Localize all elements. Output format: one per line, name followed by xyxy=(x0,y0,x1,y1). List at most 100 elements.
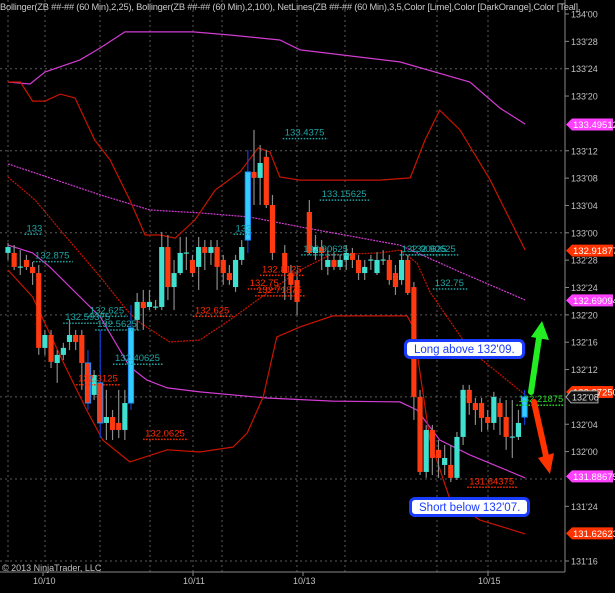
candle-body xyxy=(485,417,491,423)
candle-body xyxy=(269,205,276,253)
candle-body xyxy=(472,403,478,411)
candle xyxy=(362,259,368,281)
candle xyxy=(368,254,374,270)
netline-label: 132.71875 xyxy=(257,285,302,296)
candle-body xyxy=(103,417,109,423)
candle-body xyxy=(460,389,466,437)
candle xyxy=(171,259,177,311)
candle xyxy=(509,399,515,458)
price-axis-label: 133'08 xyxy=(571,174,598,184)
candle-body xyxy=(509,436,515,438)
last-price-marker: 132'08 xyxy=(565,390,599,404)
price-axis-label: 132'12 xyxy=(571,365,598,375)
candle xyxy=(226,264,232,285)
candle-body xyxy=(171,273,177,288)
candle xyxy=(73,329,79,351)
candle-body xyxy=(429,429,435,458)
candle xyxy=(239,240,245,265)
candle xyxy=(497,397,503,435)
candle-body xyxy=(386,259,392,281)
ninjatrader-chart-window: 133 132.875 132.59375 132.625 132.5625 132.40… xyxy=(0,0,615,593)
candle-body xyxy=(54,354,60,363)
netline-label: 132.0625 xyxy=(145,428,185,439)
price-axis-label: 132'04 xyxy=(571,420,598,430)
down-arrow-icon xyxy=(531,399,549,459)
netline-label: 132.90625 xyxy=(411,244,456,255)
price-tag-label: 131.62623 xyxy=(573,529,615,540)
candle-body xyxy=(196,247,202,267)
price-axis-label: 133'24 xyxy=(571,64,598,74)
candle xyxy=(405,254,411,295)
candle-body xyxy=(30,266,36,274)
candle xyxy=(257,145,263,206)
date-label: 10/15 xyxy=(478,576,501,586)
candle xyxy=(515,410,522,441)
candle-body xyxy=(355,259,362,274)
candle-body xyxy=(515,422,522,437)
candle-body xyxy=(11,252,17,267)
candle xyxy=(36,264,42,355)
netline-label: 132.625 xyxy=(195,305,229,316)
candle-body xyxy=(202,247,208,253)
netline-label: 133.15625 xyxy=(322,189,367,200)
price-axis-label: 133'00 xyxy=(571,228,598,238)
candle-body xyxy=(362,266,368,274)
netline-label: 132.625 xyxy=(90,305,124,316)
candle xyxy=(386,254,392,285)
candle xyxy=(503,399,509,450)
date-label: 10/10 xyxy=(33,576,56,586)
candle-body xyxy=(226,273,232,281)
candle xyxy=(165,234,171,300)
price-tag: 133.49512 xyxy=(566,118,615,131)
down-arrow-head-icon xyxy=(538,453,554,474)
candle-body xyxy=(442,457,448,465)
netline-label: 133.4375 xyxy=(285,128,325,139)
indicator-legend: Bollinger(ZB ##-## (60 Min),2,25), Bolli… xyxy=(0,2,581,12)
price-tag-label: 132.69094 xyxy=(573,296,615,307)
candle xyxy=(146,289,153,311)
candle xyxy=(177,236,183,276)
candle-body xyxy=(466,389,472,404)
candle-body xyxy=(127,327,135,404)
price-axis-label: 132'00 xyxy=(571,447,598,457)
candle-body xyxy=(116,422,122,430)
candle xyxy=(66,319,73,351)
candle xyxy=(269,194,276,260)
candle xyxy=(485,410,491,430)
netline-label: 132.40625 xyxy=(115,353,160,364)
candle xyxy=(460,384,466,446)
candle-body xyxy=(159,247,165,307)
candle-body xyxy=(454,436,460,478)
candle-body xyxy=(36,273,42,348)
candle xyxy=(251,129,257,206)
candle-body xyxy=(214,247,220,267)
candle-body xyxy=(325,259,331,267)
price-tag-label: 132.91877 xyxy=(573,246,615,257)
candle-body xyxy=(48,334,54,362)
netline-label: 133 xyxy=(26,223,42,234)
candle-body xyxy=(134,301,140,320)
price-axis-label: 132'24 xyxy=(571,283,598,293)
candlesticks xyxy=(5,129,528,483)
price-axis-label: 131'16 xyxy=(571,557,598,567)
candle xyxy=(244,149,251,253)
candle-body xyxy=(66,334,73,342)
candle-body xyxy=(97,382,104,424)
netline-label: 132.8125 xyxy=(262,264,302,275)
candle xyxy=(196,236,202,290)
candle xyxy=(429,424,435,476)
candle xyxy=(202,240,208,270)
candle-body xyxy=(5,247,11,253)
price-axis[interactable]: 134'00133'28133'24133'20133'12133'08133'… xyxy=(0,0,615,576)
band-line-bollinger-100-upper xyxy=(7,31,526,125)
price-axis-label: 132'16 xyxy=(571,338,598,348)
candle-body xyxy=(60,347,66,355)
candle xyxy=(109,410,116,441)
candle xyxy=(183,236,189,270)
candle-body xyxy=(177,252,183,274)
candle xyxy=(232,254,239,292)
candle xyxy=(472,397,478,425)
candle-body xyxy=(153,306,159,308)
candle-body xyxy=(165,247,171,288)
candle-body xyxy=(331,259,337,267)
